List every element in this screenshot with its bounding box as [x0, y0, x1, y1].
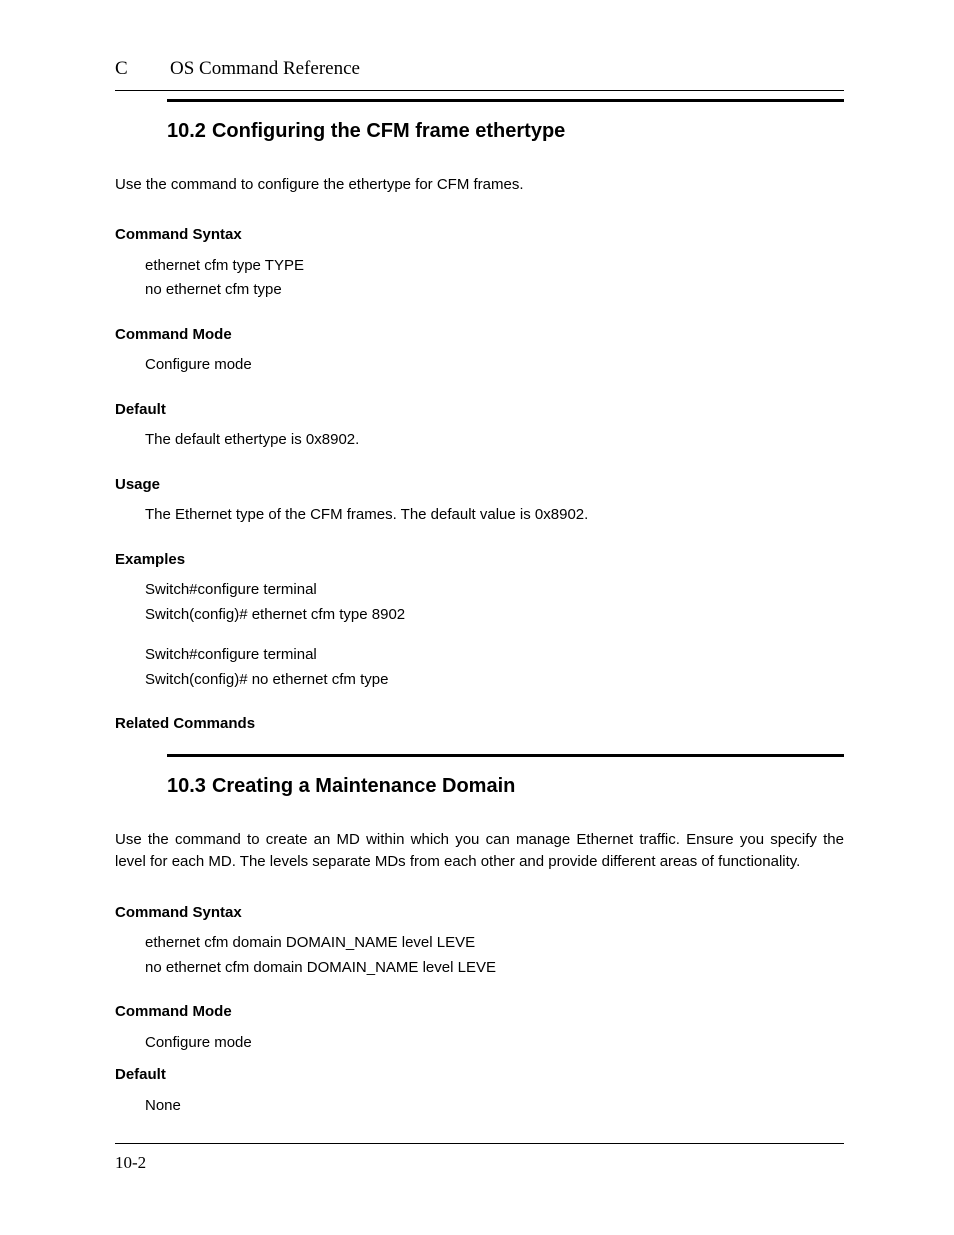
header-letter: C: [115, 55, 170, 84]
example-group: Switch#configure terminal Switch(config)…: [145, 579, 844, 626]
example-group: Switch#configure terminal Switch(config)…: [145, 644, 844, 691]
syntax-line: ethernet cfm type TYPE: [145, 255, 844, 278]
command-syntax-label: Command Syntax: [115, 902, 844, 925]
section-heading-10-2: 10.2 Configuring the CFM frame ethertype: [167, 116, 844, 146]
syntax-line: no ethernet cfm type: [145, 279, 844, 302]
section-number: 10.2: [167, 120, 206, 142]
header-title: OS Command Reference: [170, 55, 360, 84]
command-mode-label: Command Mode: [115, 1001, 844, 1024]
related-commands-label: Related Commands: [115, 713, 844, 736]
command-syntax-label: Command Syntax: [115, 224, 844, 247]
example-line: Switch(config)# no ethernet cfm type: [145, 669, 844, 692]
default-text: None: [145, 1095, 844, 1118]
default-label: Default: [115, 1064, 844, 1087]
command-syntax-block: ethernet cfm domain DOMAIN_NAME level LE…: [145, 932, 844, 979]
syntax-line: ethernet cfm domain DOMAIN_NAME level LE…: [145, 932, 844, 955]
command-syntax-block: ethernet cfm type TYPE no ethernet cfm t…: [145, 255, 844, 302]
mode-text: Configure mode: [145, 354, 844, 377]
mode-text: Configure mode: [145, 1032, 844, 1055]
example-line: Switch(config)# ethernet cfm type 8902: [145, 604, 844, 627]
footer-separator: [115, 1143, 844, 1144]
section-intro: Use the command to create an MD within w…: [115, 829, 844, 874]
section-title: Configuring the CFM frame ethertype: [212, 120, 565, 142]
default-block: None: [145, 1095, 844, 1118]
usage-block: The Ethernet type of the CFM frames. The…: [145, 504, 844, 527]
page-number: 10-2: [115, 1150, 844, 1176]
examples-block: Switch#configure terminal Switch(config)…: [145, 579, 844, 691]
section-title: Creating a Maintenance Domain: [212, 775, 515, 797]
usage-text: The Ethernet type of the CFM frames. The…: [145, 504, 844, 527]
example-line: Switch#configure terminal: [145, 644, 844, 667]
command-mode-block: Configure mode: [145, 354, 844, 377]
usage-label: Usage: [115, 474, 844, 497]
default-text: The default ethertype is 0x8902.: [145, 429, 844, 452]
section-heading-10-3: 10.3 Creating a Maintenance Domain: [167, 771, 844, 801]
command-mode-label: Command Mode: [115, 324, 844, 347]
section-separator: [167, 99, 844, 102]
default-block: The default ethertype is 0x8902.: [145, 429, 844, 452]
page-header: C OS Command Reference: [115, 55, 844, 91]
example-line: Switch#configure terminal: [145, 579, 844, 602]
syntax-line: no ethernet cfm domain DOMAIN_NAME level…: [145, 957, 844, 980]
section-separator: [167, 754, 844, 757]
default-label: Default: [115, 399, 844, 422]
section-number: 10.3: [167, 775, 206, 797]
section-intro: Use the command to configure the etherty…: [115, 174, 844, 197]
command-mode-block: Configure mode: [145, 1032, 844, 1055]
examples-label: Examples: [115, 549, 844, 572]
